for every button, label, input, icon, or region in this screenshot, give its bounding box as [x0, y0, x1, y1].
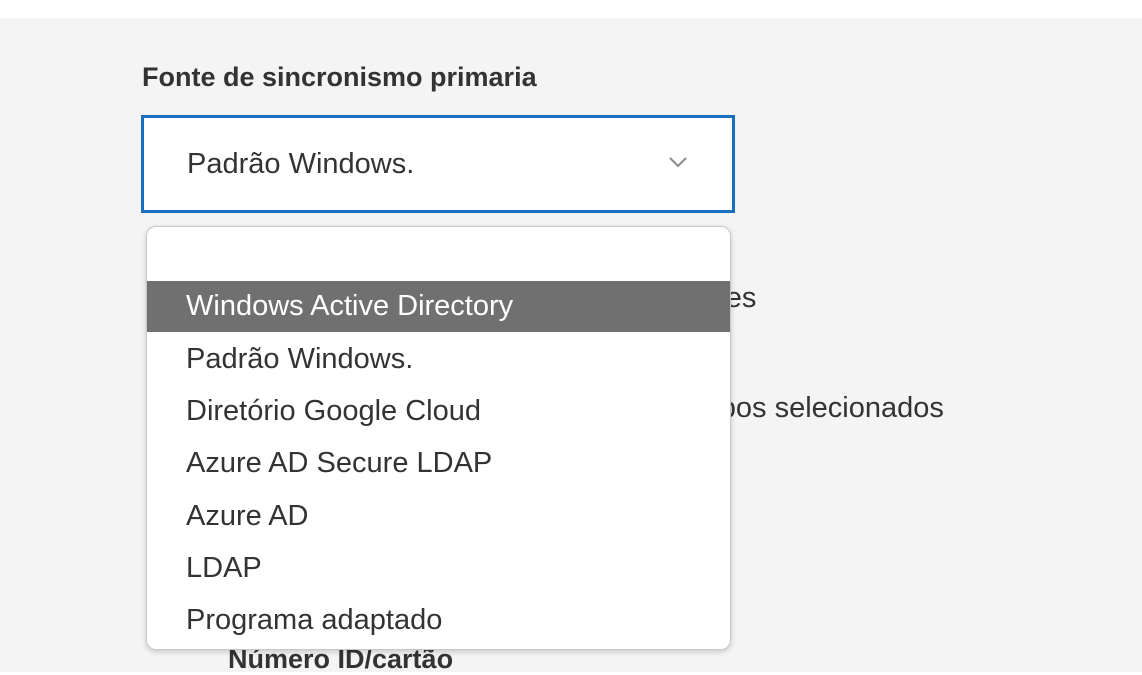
dropdown-option-google-cloud[interactable]: Diretório Google Cloud — [147, 386, 730, 437]
dropdown-option-azure-ad[interactable]: Azure AD — [147, 491, 730, 542]
sync-source-dropdown-list: Windows Active Directory Padrão Windows.… — [146, 226, 731, 650]
select-current-value: Padrão Windows. — [187, 148, 415, 180]
settings-panel: Fonte de sincronismo primaria Padrão Win… — [0, 0, 1142, 674]
sync-source-select[interactable]: Padrão Windows. — [141, 115, 735, 213]
dropdown-option-ldap[interactable]: LDAP — [147, 543, 730, 594]
dropdown-option-windows-active-directory[interactable]: Windows Active Directory — [147, 281, 730, 332]
dropdown-option-padrao-windows[interactable]: Padrão Windows. — [147, 334, 730, 385]
sync-source-label: Fonte de sincronismo primaria — [142, 62, 537, 92]
chevron-down-icon — [669, 157, 687, 168]
dropdown-option-programa-adaptado[interactable]: Programa adaptado — [147, 595, 730, 646]
background-option-text: rupos selecionados — [694, 392, 944, 424]
dropdown-option-azure-ad-secure-ldap[interactable]: Azure AD Secure LDAP — [147, 438, 730, 489]
dropdown-option-empty[interactable] — [147, 235, 730, 286]
